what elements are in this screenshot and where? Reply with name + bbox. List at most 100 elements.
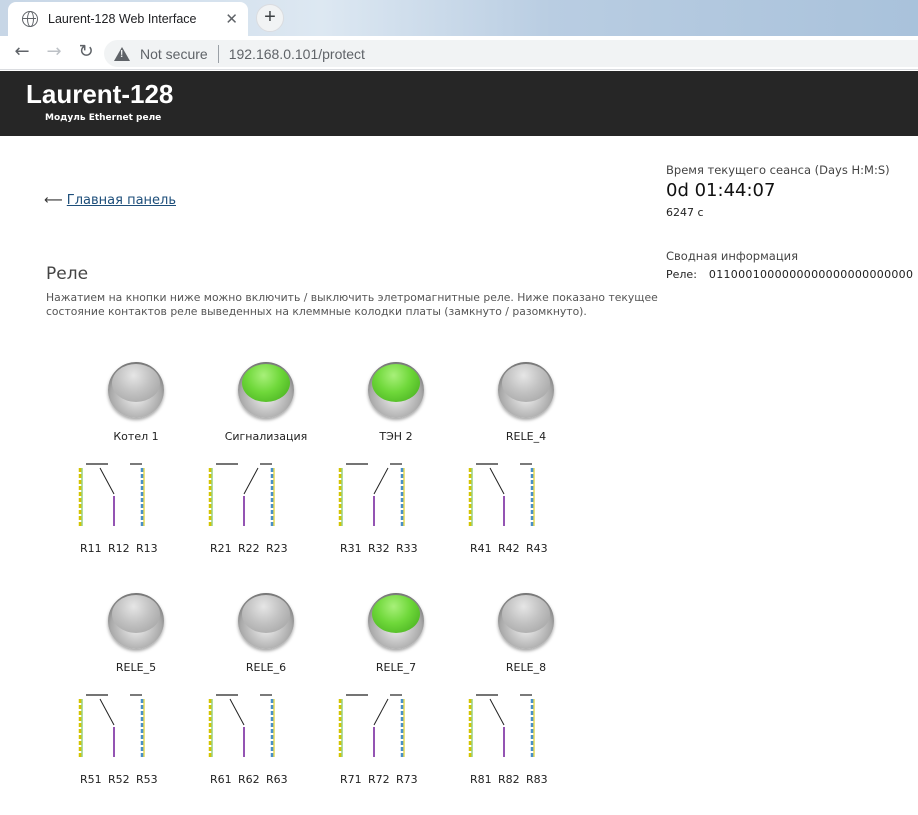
relay-toggle-button[interactable] <box>498 362 554 418</box>
page-header: Laurent-128 Модуль Ethernet реле <box>0 71 918 136</box>
relay-contact-state <box>208 460 332 536</box>
contact-arm-open <box>489 467 505 495</box>
summary-relay-bits: 0110001000000000000000000000 <box>708 268 914 281</box>
contact-diagram <box>78 694 145 757</box>
relay-contact-state <box>78 691 202 767</box>
terminal-label: R13 <box>136 542 158 555</box>
terminal-label: R43 <box>526 542 548 555</box>
contact-arm-closed <box>243 467 259 495</box>
forward-arrow-icon[interactable]: → <box>42 41 66 65</box>
contact-diagram <box>338 694 405 757</box>
contact-arm-open <box>489 698 505 726</box>
new-tab-button[interactable]: + <box>256 4 284 32</box>
relay-cell: RELE_4 R41 R42 R43 <box>464 362 594 562</box>
terminal-label: R83 <box>526 773 548 786</box>
address-bar[interactable]: Not secure 192.168.0.101/protect <box>104 40 918 67</box>
contact-diagram <box>338 463 405 526</box>
terminal-label: R31 <box>340 542 362 555</box>
session-seconds: 6247 с <box>666 206 704 219</box>
contact-arm-open <box>99 467 115 495</box>
terminal-label: R72 <box>368 773 390 786</box>
main-panel-link[interactable]: Главная панель <box>67 193 176 208</box>
terminal-label: R21 <box>210 542 232 555</box>
contact-arm-closed <box>373 467 389 495</box>
browser-toolbar: ← → ↻ Not secure 192.168.0.101/protect <box>0 36 918 70</box>
security-label[interactable]: Not secure <box>140 46 208 62</box>
relay-terminals: R71 R72 R73 <box>334 773 464 786</box>
summary-label: Сводная информация <box>666 249 799 263</box>
terminal-label: R32 <box>368 542 390 555</box>
terminal-label: R11 <box>80 542 102 555</box>
relay-toggle-button[interactable] <box>238 362 294 418</box>
relay-toggle-button[interactable] <box>238 593 294 649</box>
relay-cell: RELE_8 R81 R82 R83 <box>464 593 594 793</box>
relay-terminals: R11 R12 R13 <box>74 542 204 555</box>
relay-contact-state <box>468 460 592 536</box>
url-text[interactable]: 192.168.0.101/protect <box>229 46 365 62</box>
section-title: Реле <box>46 264 89 284</box>
back-arrow-icon[interactable]: ← <box>10 41 34 65</box>
brand-title: Laurent-128 <box>26 79 174 109</box>
relay-toggle-button[interactable] <box>368 362 424 418</box>
contact-arm-closed <box>373 698 389 726</box>
terminal-label: R63 <box>266 773 288 786</box>
terminal-label: R33 <box>396 542 418 555</box>
relay-name: RELE_4 <box>505 430 547 443</box>
relay-terminals: R51 R52 R53 <box>74 773 204 786</box>
globe-icon <box>22 11 38 27</box>
session-time: 0d 01:44:07 <box>666 180 776 201</box>
terminal-label: R51 <box>80 773 102 786</box>
close-tab-icon[interactable]: ✕ <box>225 11 238 27</box>
contact-diagram <box>468 463 535 526</box>
warning-icon[interactable] <box>114 46 130 61</box>
contact-diagram <box>208 463 275 526</box>
terminal-label: R62 <box>238 773 260 786</box>
contact-arm-open <box>99 698 115 726</box>
terminal-label: R23 <box>266 542 288 555</box>
relay-terminals: R81 R82 R83 <box>464 773 594 786</box>
terminal-label: R81 <box>470 773 492 786</box>
relay-name: RELE_6 <box>245 661 287 674</box>
contact-arm-open <box>229 698 245 726</box>
reload-icon[interactable]: ↻ <box>74 41 98 65</box>
relay-terminals: R41 R42 R43 <box>464 542 594 555</box>
relay-name: ТЭН 2 <box>379 430 413 443</box>
relay-toggle-button[interactable] <box>368 593 424 649</box>
relay-contact-state <box>78 460 202 536</box>
terminal-label: R71 <box>340 773 362 786</box>
relay-name: RELE_7 <box>375 661 417 674</box>
session-label: Время текущего сеанса (Days H:M:S) <box>666 163 890 177</box>
terminal-label: R61 <box>210 773 232 786</box>
terminal-label: R42 <box>498 542 520 555</box>
brand-subtitle: Модуль Ethernet реле <box>45 113 162 123</box>
relay-terminals: R21 R22 R23 <box>204 542 334 555</box>
relay-terminals: R31 R32 R33 <box>334 542 464 555</box>
relay-contact-state <box>338 460 462 536</box>
relay-cell: Сигнализация R21 R22 R23 <box>204 362 334 562</box>
summary-relay-label: Реле: <box>666 268 697 281</box>
contact-diagram <box>468 694 535 757</box>
relay-contact-state <box>208 691 332 767</box>
relay-toggle-button[interactable] <box>108 362 164 418</box>
relay-cell: ТЭН 2 R31 R32 R33 <box>334 362 464 562</box>
summary-relay-line: Реле: 0110001000000000000000000000 <box>666 268 913 281</box>
relay-name: Котел 1 <box>113 430 159 443</box>
relay-cell: RELE_6 R61 R62 R63 <box>204 593 334 793</box>
main-panel-nav: ⟵ Главная панель <box>44 193 176 208</box>
relay-name: RELE_8 <box>505 661 547 674</box>
terminal-label: R53 <box>136 773 158 786</box>
relay-toggle-button[interactable] <box>498 593 554 649</box>
section-description: Нажатием на кнопки ниже можно включить /… <box>46 291 658 318</box>
contact-diagram <box>78 463 145 526</box>
relay-cell: Котел 1 R11 R12 R13 <box>74 362 204 562</box>
relay-cell: RELE_5 R51 R52 R53 <box>74 593 204 793</box>
relay-contact-state <box>338 691 462 767</box>
browser-tab[interactable]: Laurent-128 Web Interface ✕ <box>8 2 248 36</box>
tab-title: Laurent-128 Web Interface <box>48 12 197 26</box>
back-arrow-icon: ⟵ <box>44 193 63 208</box>
terminal-label: R52 <box>108 773 130 786</box>
relay-toggle-button[interactable] <box>108 593 164 649</box>
relay-cell: RELE_7 R71 R72 R73 <box>334 593 464 793</box>
terminal-label: R12 <box>108 542 130 555</box>
relay-name: RELE_5 <box>115 661 157 674</box>
